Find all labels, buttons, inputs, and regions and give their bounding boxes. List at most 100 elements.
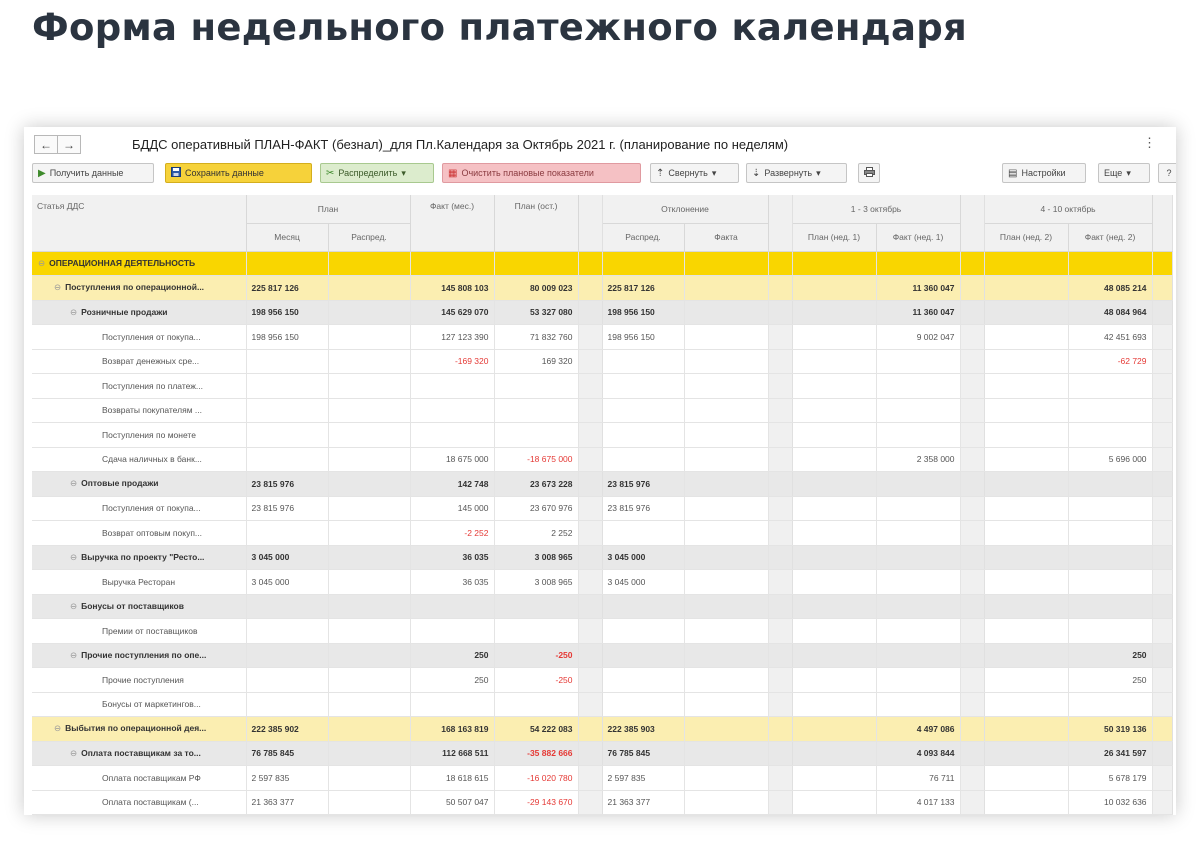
- plan-month-cell[interactable]: [246, 398, 329, 423]
- deviation-fact-cell[interactable]: [684, 520, 769, 546]
- collapse-minus-icon[interactable]: ⊖: [70, 748, 77, 758]
- plan-distributed-cell[interactable]: [328, 741, 411, 766]
- plan-week2-cell[interactable]: [984, 447, 1069, 472]
- deviation-distributed-cell[interactable]: 225 817 126: [602, 275, 685, 301]
- fact-month-cell[interactable]: 168 163 819: [410, 716, 495, 742]
- fact-month-cell[interactable]: [410, 692, 495, 717]
- settings-button[interactable]: ▤ Настройки: [1002, 163, 1086, 183]
- deviation-fact-cell[interactable]: [684, 300, 769, 325]
- plan-rest-cell[interactable]: 23 670 976: [494, 496, 579, 521]
- plan-month-cell[interactable]: 198 956 150: [246, 324, 329, 350]
- collapse-minus-icon[interactable]: ⊖: [70, 478, 77, 488]
- collapse-minus-icon[interactable]: ⊖: [54, 723, 61, 733]
- plan-month-cell[interactable]: 3 045 000: [246, 569, 329, 595]
- fact-month-cell[interactable]: 127 123 390: [410, 324, 495, 350]
- plan-distributed-cell[interactable]: [328, 643, 411, 668]
- table-row[interactable]: Оплата поставщикам РФ 2 597 835 18 618 615…: [32, 765, 1173, 791]
- plan-distributed-cell[interactable]: [328, 545, 411, 570]
- plan-rest-cell[interactable]: 71 832 760: [494, 324, 579, 350]
- table-row[interactable]: ⊖ Оплата поставщикам за то... 76 785 845 11…: [32, 741, 1173, 766]
- plan-distributed-cell[interactable]: [328, 300, 411, 325]
- row-article-cell[interactable]: Оплата поставщикам РФ: [32, 765, 247, 791]
- table-row[interactable]: Премии от поставщиков: [32, 618, 1173, 644]
- plan-month-cell[interactable]: 198 956 150: [246, 300, 329, 325]
- fact-week2-cell[interactable]: [1068, 251, 1153, 276]
- deviation-fact-cell[interactable]: [684, 324, 769, 350]
- fact-week1-cell[interactable]: [876, 643, 961, 668]
- row-article-cell[interactable]: ⊖ Выбытия по операционной дея...: [32, 716, 247, 742]
- fact-month-cell[interactable]: [410, 398, 495, 423]
- col-distributed-header[interactable]: Распред.: [328, 223, 411, 252]
- plan-week2-cell[interactable]: [984, 618, 1069, 644]
- table-row[interactable]: ⊖ Выбытия по операционной дея... 222 385 9…: [32, 716, 1173, 742]
- plan-month-cell[interactable]: [246, 251, 329, 276]
- deviation-distributed-cell[interactable]: 76 785 845: [602, 741, 685, 766]
- table-row[interactable]: Поступления от покупа... 198 956 150 127 1…: [32, 324, 1173, 350]
- distribute-button[interactable]: ✂ Распределить ▾: [320, 163, 434, 183]
- row-article-cell[interactable]: Возврат денежных сре...: [32, 349, 247, 374]
- plan-month-cell[interactable]: [246, 692, 329, 717]
- row-article-cell[interactable]: Прочие поступления: [32, 667, 247, 693]
- deviation-fact-cell[interactable]: [684, 251, 769, 276]
- fact-week2-cell[interactable]: 48 085 214: [1068, 275, 1153, 301]
- plan-month-cell[interactable]: [246, 643, 329, 668]
- fact-month-cell[interactable]: [410, 618, 495, 644]
- plan-week2-cell[interactable]: [984, 594, 1069, 619]
- fact-week2-cell[interactable]: 26 341 597: [1068, 741, 1153, 766]
- deviation-fact-cell[interactable]: [684, 618, 769, 644]
- table-row[interactable]: Сдача наличных в банк... 18 675 000 -18 67…: [32, 447, 1173, 472]
- deviation-fact-cell[interactable]: [684, 545, 769, 570]
- table-row[interactable]: Возврат оптовым покуп... -2 252 2 252: [32, 520, 1173, 546]
- deviation-distributed-cell[interactable]: [602, 594, 685, 619]
- row-article-cell[interactable]: Сдача наличных в банк...: [32, 447, 247, 472]
- plan-week1-cell[interactable]: [792, 765, 877, 791]
- plan-month-cell[interactable]: 225 817 126: [246, 275, 329, 301]
- plan-week2-cell[interactable]: [984, 275, 1069, 301]
- fact-week1-cell[interactable]: [876, 373, 961, 399]
- fact-week1-cell[interactable]: [876, 398, 961, 423]
- fact-week1-cell[interactable]: [876, 569, 961, 595]
- plan-month-cell[interactable]: 23 815 976: [246, 496, 329, 521]
- fact-week2-cell[interactable]: [1068, 496, 1153, 521]
- col-plan-rest-header[interactable]: План (ост.): [494, 195, 579, 252]
- fact-week2-cell[interactable]: [1068, 594, 1153, 619]
- plan-distributed-cell[interactable]: [328, 447, 411, 472]
- deviation-fact-cell[interactable]: [684, 471, 769, 497]
- plan-rest-cell[interactable]: 2 252: [494, 520, 579, 546]
- fact-month-cell[interactable]: 250: [410, 667, 495, 693]
- plan-week1-cell[interactable]: [792, 618, 877, 644]
- plan-week2-cell[interactable]: [984, 349, 1069, 374]
- plan-week1-cell[interactable]: [792, 300, 877, 325]
- fact-week1-cell[interactable]: 11 360 047: [876, 300, 961, 325]
- row-article-cell[interactable]: ⊖ Выручка по проекту "Ресто...: [32, 545, 247, 570]
- collapse-minus-icon[interactable]: ⊖: [38, 258, 45, 268]
- collapse-minus-icon[interactable]: ⊖: [54, 282, 61, 292]
- plan-month-cell[interactable]: [246, 373, 329, 399]
- collapse-minus-icon[interactable]: ⊖: [70, 601, 77, 611]
- plan-rest-cell[interactable]: [494, 398, 579, 423]
- fact-week2-cell[interactable]: [1068, 398, 1153, 423]
- deviation-distributed-cell[interactable]: [602, 520, 685, 546]
- table-row[interactable]: ⊖ Прочие поступления по опе... 250 -250 250: [32, 643, 1173, 668]
- fact-month-cell[interactable]: 18 618 615: [410, 765, 495, 791]
- deviation-fact-cell[interactable]: [684, 667, 769, 693]
- plan-rest-cell[interactable]: 3 008 965: [494, 569, 579, 595]
- plan-distributed-cell[interactable]: [328, 716, 411, 742]
- plan-month-cell[interactable]: [246, 447, 329, 472]
- fact-week2-cell[interactable]: 10 032 636: [1068, 790, 1153, 815]
- fact-week1-cell[interactable]: [876, 520, 961, 546]
- plan-week2-cell[interactable]: [984, 790, 1069, 815]
- plan-week1-cell[interactable]: [792, 398, 877, 423]
- plan-rest-cell[interactable]: -16 020 780: [494, 765, 579, 791]
- plan-distributed-cell[interactable]: [328, 569, 411, 595]
- plan-month-cell[interactable]: [246, 422, 329, 448]
- col-plan-week1-header[interactable]: План (нед. 1): [792, 223, 877, 252]
- fact-week1-cell[interactable]: [876, 349, 961, 374]
- fact-week2-cell[interactable]: 5 678 179: [1068, 765, 1153, 791]
- plan-rest-cell[interactable]: -29 143 670: [494, 790, 579, 815]
- fact-week2-cell[interactable]: [1068, 692, 1153, 717]
- plan-rest-cell[interactable]: -250: [494, 667, 579, 693]
- plan-week2-cell[interactable]: [984, 716, 1069, 742]
- plan-month-cell[interactable]: 3 045 000: [246, 545, 329, 570]
- fact-week2-cell[interactable]: [1068, 373, 1153, 399]
